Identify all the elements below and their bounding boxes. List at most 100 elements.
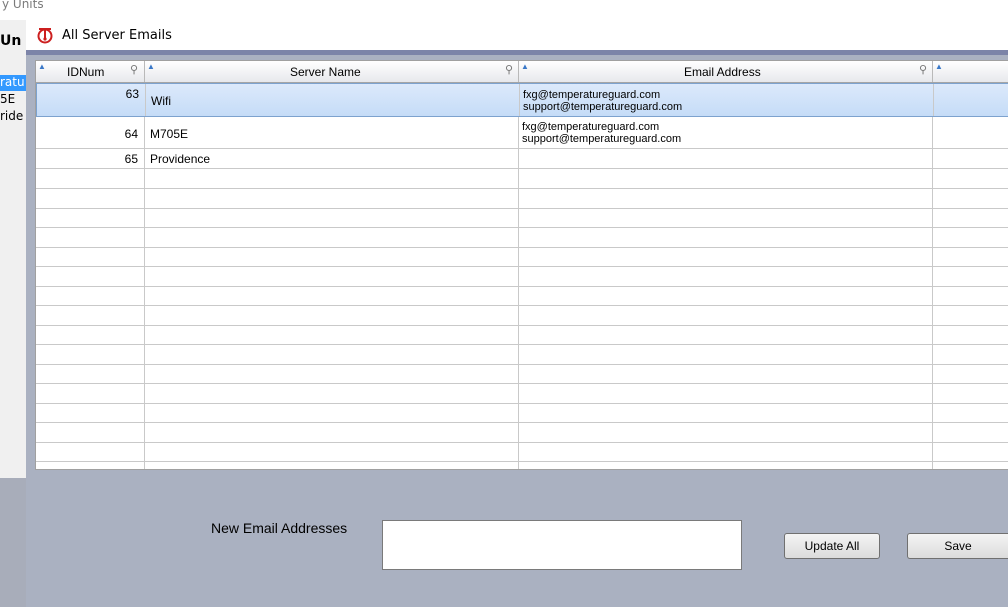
cell-server-name[interactable]: Providence [145, 149, 519, 168]
cell-extra[interactable] [933, 149, 1008, 168]
cell-server-name[interactable]: M705E [145, 117, 519, 148]
empty-cell[interactable] [145, 266, 519, 286]
empty-table-row[interactable] [36, 227, 1008, 248]
new-email-addresses-input[interactable] [382, 520, 742, 570]
empty-cell[interactable] [933, 286, 1008, 305]
empty-cell[interactable] [145, 227, 519, 247]
empty-cell[interactable] [933, 267, 1008, 286]
empty-table-row[interactable] [36, 266, 1008, 287]
empty-cell[interactable] [145, 364, 519, 383]
column-header-extra[interactable]: ▲ [933, 61, 1008, 82]
empty-table-row[interactable] [36, 344, 1008, 365]
empty-cell[interactable] [36, 305, 145, 325]
empty-cell[interactable] [933, 325, 1008, 344]
empty-cell[interactable] [145, 422, 519, 442]
empty-table-row[interactable] [36, 247, 1008, 267]
empty-cell[interactable] [145, 188, 519, 208]
empty-cell[interactable] [145, 461, 519, 469]
empty-cell[interactable] [36, 442, 145, 461]
sort-arrow-icon[interactable]: ▲ [935, 62, 943, 71]
empty-cell[interactable] [933, 306, 1008, 325]
empty-cell[interactable] [145, 442, 519, 461]
empty-cell[interactable] [519, 364, 933, 383]
cell-email-address[interactable]: fxg@temperatureguard.com support@tempera… [519, 117, 933, 148]
empty-cell[interactable] [36, 188, 145, 208]
empty-cell[interactable] [145, 403, 519, 422]
empty-cell[interactable] [933, 384, 1008, 403]
empty-cell[interactable] [145, 344, 519, 364]
empty-cell[interactable] [145, 325, 519, 344]
empty-cell[interactable] [36, 266, 145, 286]
empty-table-row[interactable] [36, 461, 1008, 470]
server-emails-grid[interactable]: ▲ IDNum ⚲ ▲ Server Name ⚲ ▲ Email Addres… [35, 60, 1008, 470]
empty-cell[interactable] [519, 305, 933, 325]
empty-cell[interactable] [36, 286, 145, 305]
cell-email-address[interactable]: fxg@temperatureguard.com support@tempera… [520, 84, 934, 116]
cell-idnum[interactable]: 64 [36, 117, 145, 148]
empty-cell[interactable] [519, 208, 933, 227]
empty-cell[interactable] [36, 364, 145, 383]
table-row[interactable]: 65 Providence [36, 149, 1008, 169]
empty-cell[interactable] [519, 442, 933, 461]
column-header-server-name[interactable]: ▲ Server Name ⚲ [145, 61, 519, 82]
background-list-item[interactable]: 5E [0, 92, 15, 106]
sort-arrow-icon[interactable]: ▲ [38, 62, 46, 71]
empty-cell[interactable] [933, 364, 1008, 383]
background-list-item[interactable]: ratu [0, 75, 25, 89]
empty-cell[interactable] [145, 305, 519, 325]
empty-cell[interactable] [36, 344, 145, 364]
empty-cell[interactable] [145, 169, 519, 188]
empty-cell[interactable] [36, 461, 145, 469]
empty-cell[interactable] [36, 383, 145, 403]
cell-idnum[interactable]: 63 [37, 84, 146, 116]
cell-server-name[interactable]: Wifi [146, 84, 520, 116]
cell-extra[interactable] [934, 84, 1008, 116]
empty-cell[interactable] [519, 227, 933, 247]
empty-cell[interactable] [36, 403, 145, 422]
empty-cell[interactable] [933, 345, 1008, 364]
search-icon[interactable]: ⚲ [130, 63, 138, 76]
empty-cell[interactable] [519, 325, 933, 344]
sort-arrow-icon[interactable]: ▲ [147, 62, 155, 71]
dialog-titlebar[interactable]: All Server Emails [26, 20, 1008, 50]
empty-table-row[interactable] [36, 188, 1008, 209]
empty-cell[interactable] [933, 423, 1008, 442]
empty-cell[interactable] [933, 208, 1008, 227]
empty-cell[interactable] [36, 422, 145, 442]
empty-cell[interactable] [36, 208, 145, 227]
empty-table-row[interactable] [36, 169, 1008, 189]
empty-cell[interactable] [519, 247, 933, 266]
empty-cell[interactable] [145, 208, 519, 227]
empty-cell[interactable] [36, 325, 145, 344]
search-icon[interactable]: ⚲ [505, 63, 513, 76]
empty-cell[interactable] [145, 383, 519, 403]
empty-cell[interactable] [519, 344, 933, 364]
empty-cell[interactable] [519, 383, 933, 403]
empty-cell[interactable] [519, 461, 933, 469]
empty-cell[interactable] [519, 188, 933, 208]
cell-idnum[interactable]: 65 [36, 149, 145, 168]
empty-cell[interactable] [36, 169, 145, 188]
empty-cell[interactable] [36, 227, 145, 247]
empty-cell[interactable] [933, 403, 1008, 422]
empty-table-row[interactable] [36, 208, 1008, 228]
column-header-idnum[interactable]: ▲ IDNum ⚲ [36, 61, 145, 82]
column-header-email-address[interactable]: ▲ Email Address ⚲ [519, 61, 933, 82]
cell-email-address[interactable] [519, 149, 933, 168]
empty-cell[interactable] [933, 189, 1008, 208]
empty-cell[interactable] [145, 247, 519, 266]
empty-cell[interactable] [933, 462, 1008, 470]
empty-cell[interactable] [933, 247, 1008, 266]
empty-table-row[interactable] [36, 442, 1008, 462]
empty-table-row[interactable] [36, 286, 1008, 306]
update-all-button[interactable]: Update All [784, 533, 880, 559]
empty-cell[interactable] [519, 169, 933, 188]
empty-table-row[interactable] [36, 422, 1008, 443]
search-icon[interactable]: ⚲ [919, 63, 927, 76]
empty-cell[interactable] [933, 228, 1008, 247]
empty-cell[interactable] [519, 286, 933, 305]
empty-cell[interactable] [519, 403, 933, 422]
empty-cell[interactable] [933, 442, 1008, 461]
save-button[interactable]: Save [907, 533, 1008, 559]
empty-table-row[interactable] [36, 403, 1008, 423]
